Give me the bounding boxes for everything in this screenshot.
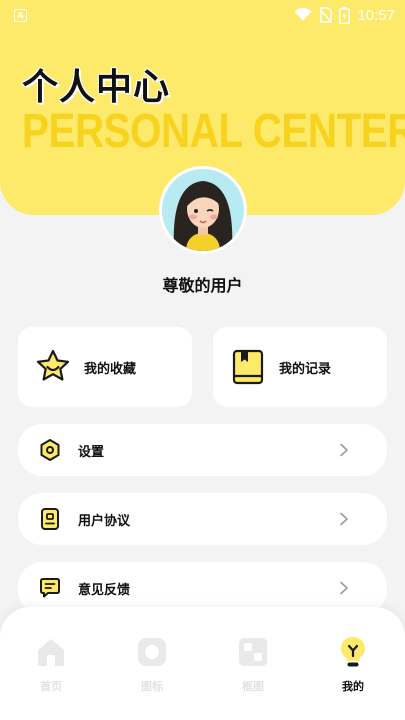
records-card[interactable]: 我的记录 — [213, 327, 387, 407]
nav-tab-icons[interactable]: 图标 — [122, 635, 182, 694]
nav-tab-frames[interactable]: 框图 — [223, 635, 283, 694]
frame-icon — [239, 638, 267, 666]
battery-icon — [339, 6, 351, 24]
icon-tab-icon — [138, 638, 166, 666]
avatar-illustration — [162, 169, 244, 251]
menu-item-settings[interactable]: 设置 — [18, 424, 387, 476]
records-label: 我的记录 — [279, 361, 332, 377]
favorites-card[interactable]: 我的收藏 — [18, 327, 192, 407]
settings-icon — [38, 438, 62, 462]
chevron-right-icon — [340, 443, 348, 457]
menu-item-settings-label: 设置 — [78, 444, 105, 460]
nav-tab-mine[interactable]: 我的 — [323, 635, 383, 694]
no-sim-icon — [319, 7, 333, 23]
menu-item-agreement[interactable]: 用户协议 — [18, 493, 387, 545]
app-notification-icon: A — [14, 8, 27, 22]
username: 尊敬的用户 — [162, 276, 243, 295]
chevron-right-icon — [340, 512, 348, 526]
star-icon — [34, 348, 72, 386]
nav-tab-home[interactable]: 首页 — [21, 635, 81, 694]
avatar[interactable] — [159, 166, 247, 254]
bulb-icon — [341, 637, 365, 667]
book-icon — [229, 348, 267, 386]
menu-item-agreement-label: 用户协议 — [78, 513, 131, 529]
home-icon — [38, 639, 64, 666]
nav-tab-icons-label: 图标 — [141, 680, 163, 693]
favorites-label: 我的收藏 — [84, 361, 137, 377]
nav-tab-home-label: 首页 — [40, 680, 62, 693]
status-time: 10:57 — [357, 6, 395, 24]
menu-item-feedback-label: 意见反馈 — [78, 582, 131, 598]
wifi-icon — [294, 8, 312, 21]
bottom-nav: 首页 图标 框图 我的 — [0, 607, 405, 720]
status-bar: A 10:57 — [0, 0, 405, 30]
nav-tab-frames-label: 框图 — [242, 680, 264, 693]
nav-tab-mine-label: 我的 — [342, 680, 364, 693]
page-title-en: PERSONAL CENTER — [22, 105, 405, 158]
page-title: 个人中心 — [22, 67, 171, 108]
chevron-right-icon — [340, 581, 348, 595]
feedback-icon — [38, 576, 62, 600]
agreement-icon — [38, 507, 62, 531]
